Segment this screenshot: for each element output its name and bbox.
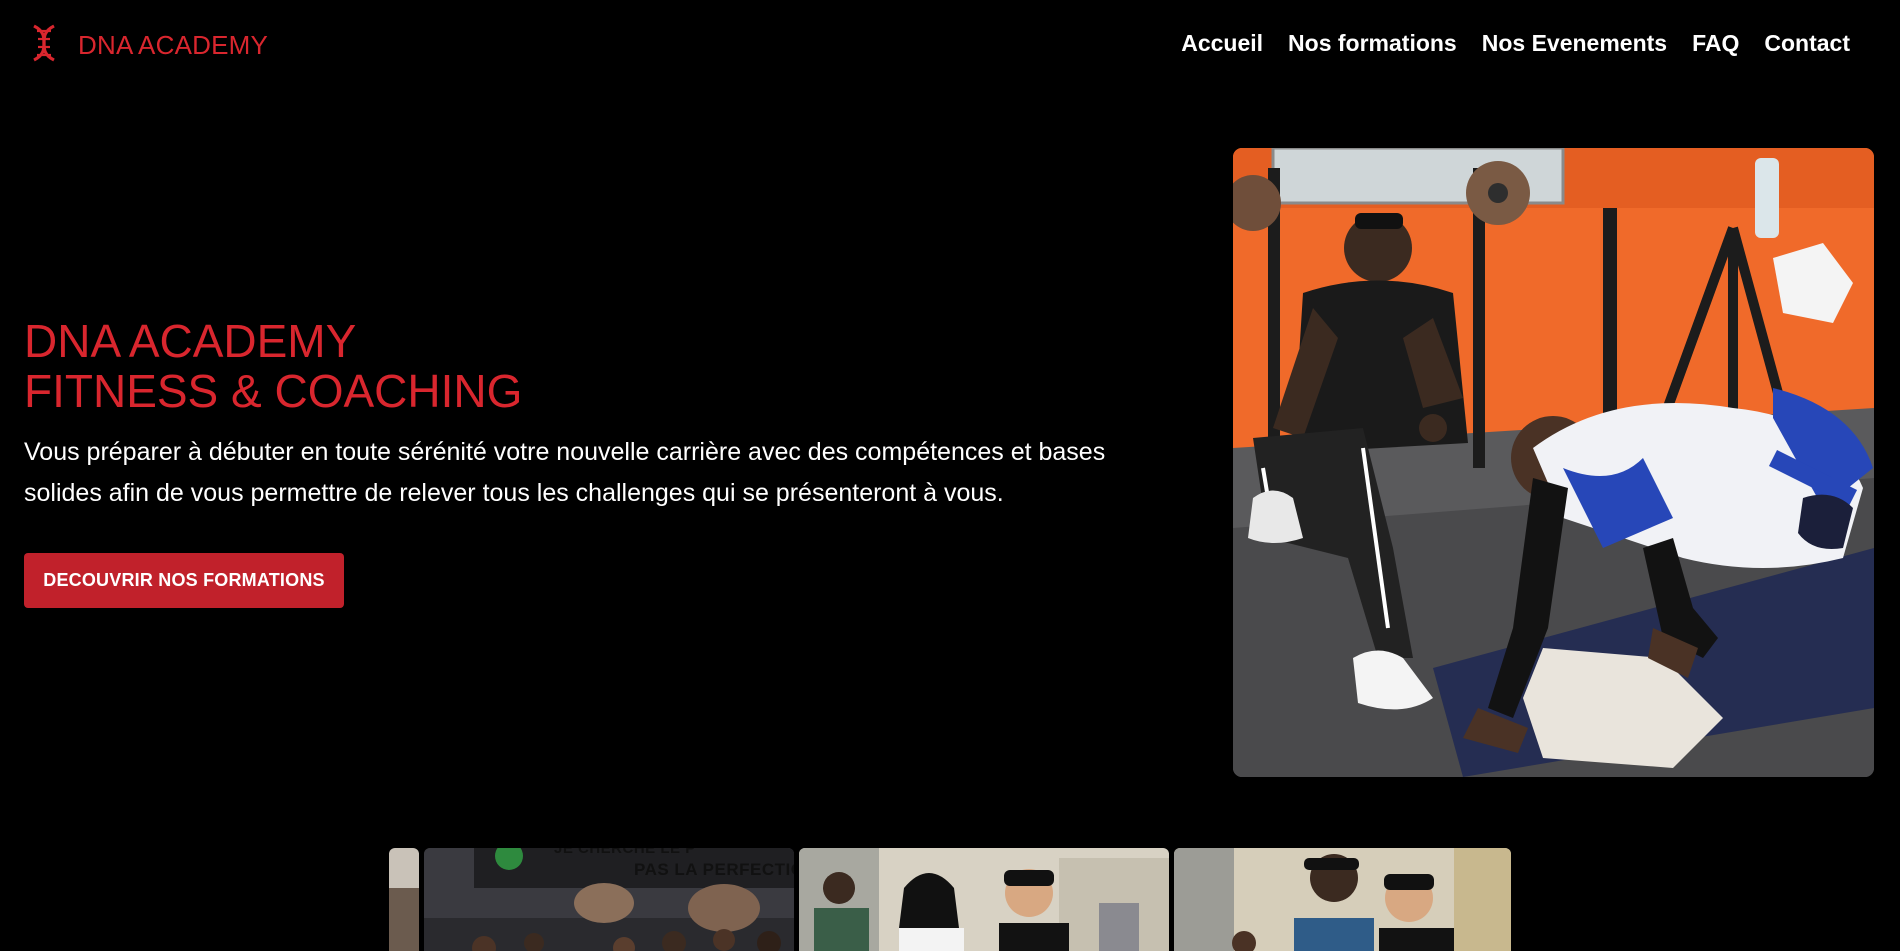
nav-contact[interactable]: Contact (1764, 30, 1850, 57)
discover-formations-button[interactable]: DECOUVRIR NOS FORMATIONS (24, 553, 344, 608)
gallery-strip: JE CHERCHE LE P PAS LA PERFECTIO (389, 848, 1511, 951)
gallery-banner-line2: PAS LA PERFECTIO (634, 860, 794, 879)
hero-title: DNA ACADEMY FITNESS & COACHING (24, 316, 522, 416)
nav-accueil[interactable]: Accueil (1181, 30, 1263, 57)
hero-title-line2: FITNESS & COACHING (24, 365, 523, 417)
gallery-thumb-2[interactable]: JE CHERCHE LE P PAS LA PERFECTIO (424, 848, 794, 951)
nav-faq[interactable]: FAQ (1692, 30, 1739, 57)
gallery-thumb-4[interactable] (1174, 848, 1511, 951)
hero-description: Vous préparer à débuter en toute sérénit… (24, 438, 1106, 507)
site-header: DNA ACADEMY Accueil Nos formations Nos E… (0, 0, 1900, 88)
hero-title-line1: DNA ACADEMY (24, 315, 357, 367)
gallery-banner-line1: JE CHERCHE LE P (554, 848, 696, 857)
gallery-thumb-3[interactable] (799, 848, 1169, 951)
page: DNA ACADEMY Accueil Nos formations Nos E… (0, 0, 1900, 951)
nav-nos-evenements[interactable]: Nos Evenements (1482, 30, 1667, 57)
nav-nos-formations[interactable]: Nos formations (1288, 30, 1457, 57)
main-nav: Accueil Nos formations Nos Evenements FA… (1181, 30, 1850, 57)
brand-name: DNA ACADEMY (78, 30, 269, 60)
hero-image (1233, 148, 1874, 777)
gallery-thumb-1[interactable] (389, 848, 419, 951)
dna-icon (28, 24, 60, 67)
logo[interactable]: DNA ACADEMY (28, 24, 268, 67)
